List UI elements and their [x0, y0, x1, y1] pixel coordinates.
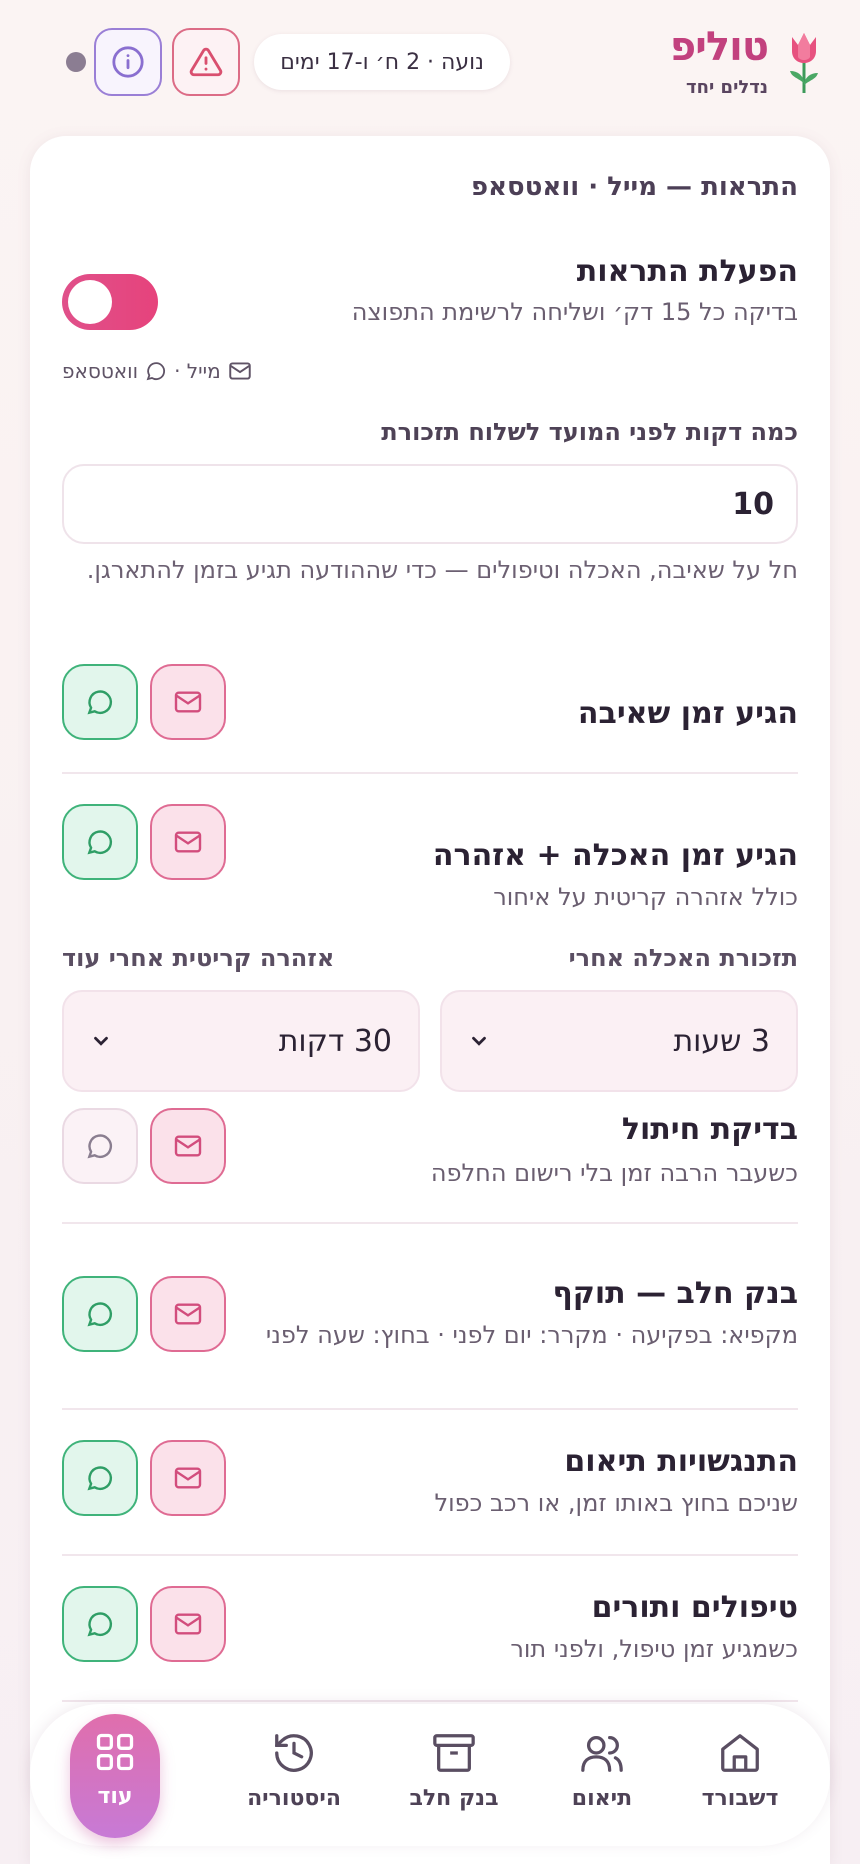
- mail-icon: [228, 362, 251, 380]
- whatsapp-icon: [87, 1134, 113, 1159]
- warning-button[interactable]: [172, 28, 240, 96]
- mail-toggle-button[interactable]: [150, 1108, 226, 1184]
- feeding-reminder-select[interactable]: 3 שעות: [440, 990, 798, 1092]
- alert-title: בנק חלב — תוקף: [552, 1276, 799, 1311]
- nav-item-history[interactable]: היסטוריה: [224, 1704, 364, 1846]
- whatsapp-toggle-button[interactable]: [62, 1440, 138, 1516]
- whatsapp-toggle-button[interactable]: [62, 1586, 138, 1662]
- chevron-down-icon: [94, 1036, 108, 1046]
- nav-label: עוד: [97, 1784, 133, 1809]
- info-icon: [112, 46, 144, 78]
- enable-notifications-title: הפעלת התראות: [576, 254, 798, 289]
- mail-toggle-button[interactable]: [150, 1586, 226, 1662]
- alert-subtitle: כולל אזהרה קריטית על איחור: [493, 883, 798, 911]
- nav-label: בנק חלב: [409, 1786, 499, 1811]
- brand-subtitle: נדלים יחד: [686, 76, 768, 98]
- alert-title: הגיע זמן האכלה + אזהרה: [432, 838, 798, 873]
- warning-icon: [189, 47, 223, 77]
- mail-icon: [174, 1303, 202, 1325]
- divider: [62, 772, 798, 774]
- mail-icon: [174, 1467, 202, 1489]
- alert-row-milk-bank: בנק חלב — תוקף מקפיא: בפקיעה · מקרר: יום…: [62, 1276, 798, 1406]
- mail-toggle-button[interactable]: [150, 664, 226, 740]
- minutes-before-label: כמה דקות לפני המועד לשלוח תזכורת: [381, 418, 798, 446]
- enable-notifications-subtitle: בדיקה כל 15 דק׳ ושליחה לרשימת התפוצה: [351, 298, 798, 326]
- users-icon: [581, 1736, 623, 1772]
- mail-toggle-button[interactable]: [150, 1440, 226, 1516]
- nav-label: היסטוריה: [247, 1786, 341, 1811]
- whatsapp-toggle-button[interactable]: [62, 1108, 138, 1184]
- section-title: התראות — מייל · וואטסאפ: [471, 172, 798, 202]
- bottom-nav: דשבורד תיאום בנק חלב היסטוריה עוד: [30, 1704, 830, 1846]
- mail-icon: [174, 691, 202, 713]
- feeding-reminder-label: תזכורת האכלה אחרי: [568, 944, 798, 972]
- minutes-before-input[interactable]: [62, 464, 798, 544]
- mail-toggle-button[interactable]: [150, 1276, 226, 1352]
- critical-warning-label: אזהרה קריטית אחרי עוד: [62, 944, 335, 972]
- divider: [62, 1222, 798, 1224]
- channel-whatsapp-label: וואטסאפ: [62, 359, 139, 383]
- channel-mail-label: מייל ·: [174, 359, 221, 383]
- nav-item-more[interactable]: עוד: [70, 1714, 160, 1838]
- whatsapp-toggle-button[interactable]: [62, 1276, 138, 1352]
- enable-notifications-toggle[interactable]: [62, 274, 158, 330]
- archive-icon: [433, 1734, 475, 1772]
- critical-warning-select[interactable]: 30 דקות: [62, 990, 420, 1092]
- nav-item-dashboard[interactable]: דשבורד: [680, 1704, 800, 1846]
- whatsapp-icon: [87, 1612, 113, 1637]
- mail-icon: [174, 831, 202, 853]
- mail-icon: [174, 1613, 202, 1635]
- alert-row-treatments: טיפולים ותורים כשמגיע זמן טיפול, ולפני ת…: [62, 1586, 798, 1686]
- feeding-reminder-value: 3 שעות: [673, 1023, 770, 1059]
- alert-subtitle: כשעבר הרבה זמן בלי רישום החלפה: [430, 1159, 798, 1187]
- whatsapp-icon: [87, 1466, 113, 1491]
- alert-row-feeding: הגיע זמן האכלה + אזהרה כולל אזהרה קריטית…: [62, 804, 798, 911]
- toggle-knob: [68, 280, 112, 324]
- mail-toggle-button[interactable]: [150, 804, 226, 880]
- home-icon: [721, 1734, 759, 1772]
- nav-item-milk-bank[interactable]: בנק חלב: [394, 1704, 514, 1846]
- notifications-card: התראות — מייל · וואטסאפ הפעלת התראות בדי…: [30, 136, 830, 1864]
- whatsapp-icon: [87, 830, 113, 855]
- nav-label: דשבורד: [701, 1786, 779, 1811]
- alert-subtitle: שניכם בחוץ באותו זמן, או רכב כפול: [434, 1489, 798, 1517]
- whatsapp-icon: [87, 690, 113, 715]
- info-button[interactable]: [94, 28, 162, 96]
- divider: [62, 1700, 798, 1702]
- app-header: טוליפ נדלים יחד נועה · 2 ח׳ ו-17 ימים: [30, 18, 830, 106]
- brand: טוליפ נדלים יחד: [670, 27, 824, 98]
- alert-subtitle: מקפיא: בפקיעה · מקרר: יום לפני · בחוץ: ש…: [265, 1321, 798, 1349]
- whatsapp-toggle-button[interactable]: [62, 804, 138, 880]
- divider: [62, 1408, 798, 1410]
- alert-subtitle: כשמגיע זמן טיפול, ולפני תור: [510, 1635, 798, 1663]
- alert-title: הגיע זמן שאיבה: [577, 696, 798, 731]
- alert-row-pumping: הגיע זמן שאיבה: [62, 664, 798, 784]
- whatsapp-icon: [146, 362, 166, 381]
- mail-icon: [174, 1135, 202, 1157]
- brand-title: טוליפ: [669, 23, 769, 70]
- minutes-before-help: חל על שאיבה, האכלה וטיפולים — כדי שההודע…: [86, 556, 798, 584]
- divider: [62, 1554, 798, 1556]
- alert-title: בדיקת חיתול: [621, 1112, 798, 1147]
- baby-age-pill[interactable]: נועה · 2 ח׳ ו-17 ימים: [254, 34, 510, 90]
- whatsapp-icon: [87, 1302, 113, 1327]
- chevron-down-icon: [472, 1036, 486, 1046]
- nav-label: תיאום: [571, 1786, 633, 1811]
- history-icon: [275, 1734, 313, 1772]
- alert-title: טיפולים ותורים: [591, 1590, 798, 1625]
- alert-title: התנגשויות תיאום: [564, 1444, 798, 1479]
- critical-warning-value: 30 דקות: [278, 1023, 392, 1059]
- channels-summary: מייל · וואטסאפ: [62, 358, 253, 384]
- alert-row-diaper: בדיקת חיתול כשעבר הרבה זמן בלי רישום החל…: [62, 1108, 798, 1208]
- nav-item-coordination[interactable]: תיאום: [542, 1704, 662, 1846]
- whatsapp-toggle-button[interactable]: [62, 664, 138, 740]
- tulip-logo-icon: [790, 33, 818, 93]
- alert-row-conflicts: התנגשויות תיאום שניכם בחוץ באותו זמן, או…: [62, 1440, 798, 1540]
- grid-icon: [96, 1733, 134, 1771]
- status-dot[interactable]: [66, 52, 86, 72]
